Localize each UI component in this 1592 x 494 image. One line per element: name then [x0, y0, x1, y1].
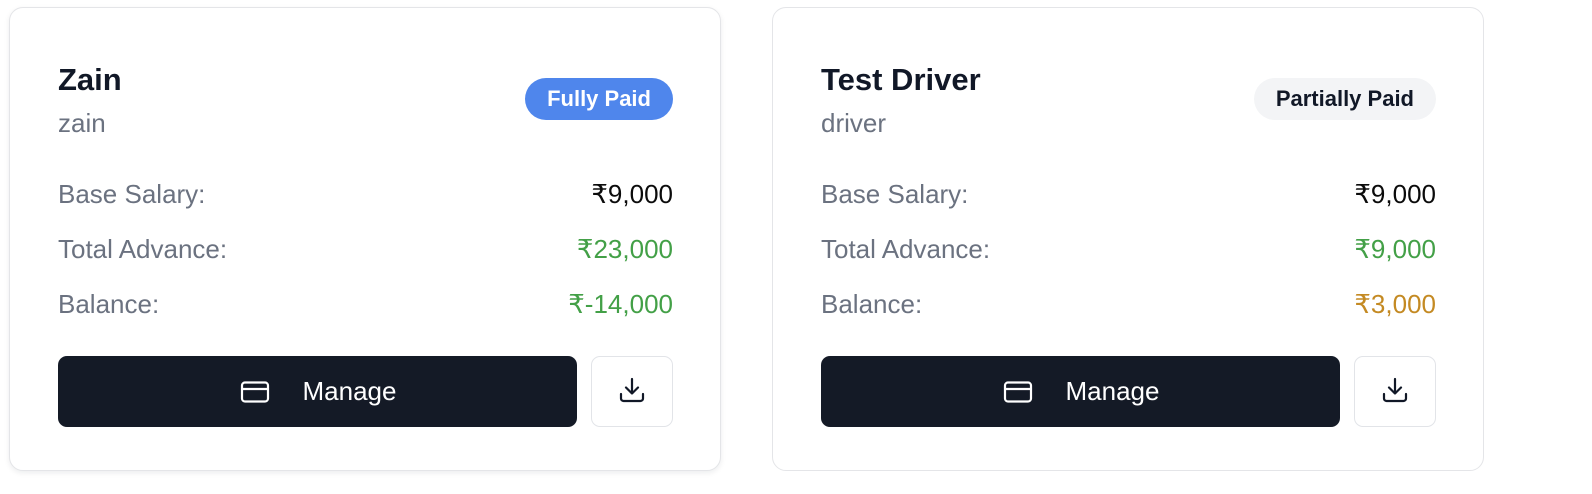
- base-salary-value: ₹9,000: [591, 179, 673, 209]
- total-advance-label: Total Advance:: [821, 234, 991, 264]
- base-salary-row: Base Salary: ₹9,000: [821, 176, 1436, 212]
- total-advance-row: Total Advance: ₹9,000: [821, 231, 1436, 267]
- credit-card-icon: [1002, 376, 1034, 408]
- employee-username: driver: [821, 108, 887, 138]
- download-button[interactable]: [1354, 356, 1436, 427]
- base-salary-label: Base Salary:: [821, 179, 969, 209]
- download-icon: [617, 375, 647, 408]
- balance-row: Balance: ₹3,000: [821, 286, 1436, 322]
- manage-button[interactable]: Manage: [821, 356, 1340, 427]
- employee-username: zain: [58, 108, 106, 138]
- balance-value: ₹-14,000: [568, 289, 673, 319]
- status-badge: Fully Paid: [525, 78, 673, 120]
- salary-card: Test Driver driver Partially Paid Base S…: [772, 7, 1484, 471]
- download-icon: [1380, 375, 1410, 408]
- balance-label: Balance:: [58, 289, 160, 319]
- manage-button-label: Manage: [1065, 376, 1160, 406]
- total-advance-value: ₹23,000: [576, 234, 673, 264]
- base-salary-row: Base Salary: ₹9,000: [58, 176, 673, 212]
- credit-card-icon: [239, 376, 271, 408]
- employee-name: Zain: [58, 62, 122, 97]
- total-advance-row: Total Advance: ₹23,000: [58, 231, 673, 267]
- manage-button[interactable]: Manage: [58, 356, 577, 427]
- base-salary-value: ₹9,000: [1354, 179, 1436, 209]
- total-advance-value: ₹9,000: [1354, 234, 1436, 264]
- total-advance-label: Total Advance:: [58, 234, 228, 264]
- salary-card: Zain zain Fully Paid Base Salary: ₹9,000…: [9, 7, 721, 471]
- balance-label: Balance:: [821, 289, 923, 319]
- employee-name: Test Driver: [821, 62, 981, 97]
- download-button[interactable]: [591, 356, 673, 427]
- manage-button-label: Manage: [302, 376, 397, 406]
- balance-value: ₹3,000: [1354, 289, 1436, 319]
- balance-row: Balance: ₹-14,000: [58, 286, 673, 322]
- base-salary-label: Base Salary:: [58, 179, 206, 209]
- status-badge: Partially Paid: [1253, 78, 1436, 120]
